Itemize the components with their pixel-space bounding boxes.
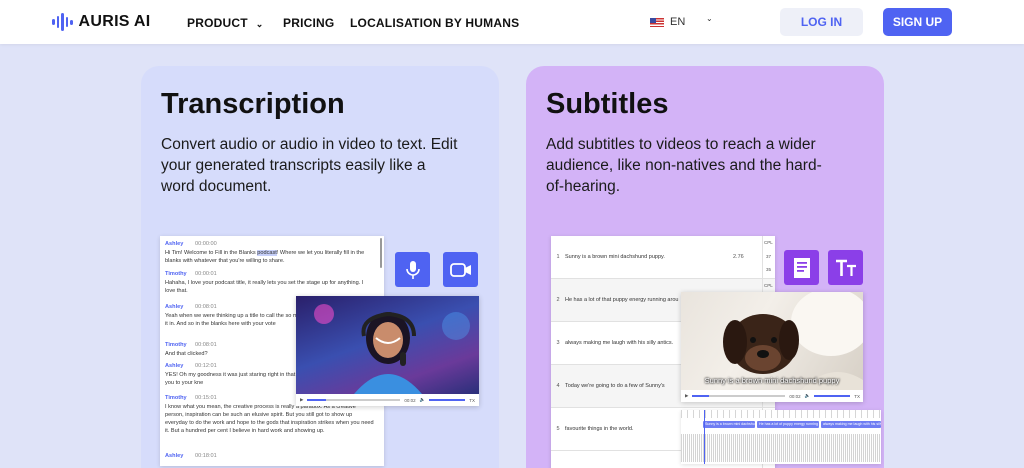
volume-icon[interactable]: 🔈 bbox=[805, 393, 811, 399]
video-time: 00:02 bbox=[789, 393, 801, 399]
timestamp: 00:15:01 bbox=[195, 395, 217, 401]
timeline-clip[interactable]: Sunny is a brown mini dachshund puppy. bbox=[703, 421, 755, 428]
video-time: 00:02 bbox=[404, 397, 416, 403]
tx-label[interactable]: TX bbox=[854, 394, 860, 399]
playhead[interactable] bbox=[704, 410, 705, 464]
login-button[interactable]: LOG IN bbox=[780, 8, 863, 36]
subtitles-description: Add subtitles to videos to reach a wider… bbox=[546, 136, 822, 195]
transcript-entry: Ashley 00:00:00 Hi Tim! Welcome to Fill i… bbox=[165, 240, 375, 265]
highlighted-word: podcast bbox=[257, 250, 277, 256]
play-icon[interactable]: ▶ bbox=[685, 393, 688, 399]
row-number: 3 bbox=[556, 340, 560, 346]
nav-localisation[interactable]: LOCALISATION BY HUMANS bbox=[350, 16, 519, 30]
subtitle-row[interactable]: 1 Sunny is a brown mini dachshund puppy.… bbox=[551, 236, 775, 279]
transcription-title: Transcription bbox=[161, 88, 345, 120]
transcription-description: Convert audio or audio in video to text.… bbox=[161, 136, 458, 195]
waveform-icon bbox=[52, 13, 73, 31]
speaker-name: Timothy bbox=[165, 271, 187, 277]
play-icon[interactable]: ▶ bbox=[300, 397, 303, 403]
timestamp: 00:18:01 bbox=[195, 453, 217, 459]
us-flag-icon bbox=[650, 17, 664, 27]
cpl-value: 35 bbox=[766, 267, 772, 272]
language-selector[interactable]: EN bbox=[650, 16, 685, 28]
timestamp: 00:08:01 bbox=[195, 304, 217, 310]
language-label: EN bbox=[670, 16, 686, 28]
nav-pricing[interactable]: PRICING bbox=[283, 16, 334, 30]
subtitles-title: Subtitles bbox=[546, 88, 669, 120]
signup-button[interactable]: SIGN UP bbox=[883, 8, 952, 36]
speaker-name: Timothy bbox=[165, 395, 187, 401]
speaker-name: Ashley bbox=[165, 304, 184, 310]
cpl-value: 37 bbox=[766, 254, 772, 259]
chevron-down-icon: ⌄ bbox=[255, 19, 264, 29]
chevron-down-icon[interactable]: ⌄ bbox=[706, 14, 713, 23]
video-player[interactable]: ▶ 00:02 🔈 TX bbox=[296, 296, 479, 406]
speaker-name: Timothy bbox=[165, 342, 187, 348]
transcription-card[interactable]: Transcription Convert audio or audio in … bbox=[141, 66, 499, 468]
text-segment: Hi Tim! Welcome to Fill in the Blanks bbox=[165, 250, 258, 256]
video-camera-icon[interactable] bbox=[443, 252, 478, 287]
speaker-name: Ashley bbox=[165, 241, 184, 247]
video-frame bbox=[296, 296, 479, 394]
subtitle-caption: Sunny is a brown mini dachshund puppy bbox=[704, 376, 840, 385]
brand-name: AURIS AI bbox=[78, 13, 151, 30]
volume-slider[interactable] bbox=[814, 395, 851, 397]
cpl-header: CPL bbox=[764, 240, 773, 245]
row-number: 1 bbox=[556, 254, 560, 260]
audio-waveform bbox=[681, 434, 881, 462]
timestamp: 00:00:01 bbox=[195, 271, 217, 277]
progress-bar[interactable] bbox=[692, 395, 786, 397]
microphone-icon[interactable] bbox=[395, 252, 430, 287]
timestamp: 00:08:01 bbox=[195, 342, 217, 348]
top-navigation: AURIS AI PRODUCT ⌄ PRICING LOCALISATION B… bbox=[0, 0, 1024, 44]
cps-value: 2.76 bbox=[733, 254, 744, 260]
timestamp: 00:12:01 bbox=[195, 363, 217, 369]
timeline-ruler bbox=[681, 410, 881, 418]
brand-logo[interactable]: AURIS AI bbox=[52, 13, 151, 31]
subtitle-file-icon[interactable] bbox=[784, 250, 819, 285]
transcript-entry: Ashley 00:18:01 bbox=[165, 452, 375, 461]
row-number: 5 bbox=[556, 426, 560, 432]
timeline-clip[interactable]: He has a lot of puppy energy running aro… bbox=[757, 421, 819, 428]
progress-bar[interactable] bbox=[307, 399, 401, 401]
row-number: 2 bbox=[556, 297, 560, 303]
timeline-clip[interactable]: always making me laugh with his silly an… bbox=[821, 421, 881, 428]
transcript-text[interactable]: Hahaha, I love your podcast title, it re… bbox=[165, 279, 375, 295]
subtitle-text[interactable]: Sunny is a brown mini dachshund puppy. bbox=[565, 254, 733, 260]
volume-icon[interactable]: 🔈 bbox=[420, 397, 426, 403]
transcript-text[interactable]: Hi Tim! Welcome to Fill in the Blanks po… bbox=[165, 249, 375, 265]
scrollbar[interactable] bbox=[380, 238, 382, 268]
speaker-name: Ashley bbox=[165, 453, 184, 459]
transcript-text[interactable]: I know what you mean, the creative proce… bbox=[165, 403, 375, 435]
nav-product-label: PRODUCT bbox=[187, 16, 248, 30]
tx-label[interactable]: TX bbox=[469, 398, 475, 403]
volume-slider[interactable] bbox=[429, 399, 466, 401]
subtitles-card[interactable]: Subtitles Add subtitles to videos to rea… bbox=[526, 66, 884, 468]
nav-product[interactable]: PRODUCT ⌄ bbox=[187, 16, 263, 30]
subtitle-video-player[interactable]: Sunny is a brown mini dachshund puppy ▶ … bbox=[681, 292, 863, 402]
cpl-header: CPL bbox=[764, 283, 773, 288]
text-format-icon[interactable] bbox=[828, 250, 863, 285]
video-controls: ▶ 00:02 🔈 TX bbox=[296, 394, 479, 406]
speaker-name: Ashley bbox=[165, 363, 184, 369]
subtitle-timeline[interactable]: Sunny is a brown mini dachshund puppy. H… bbox=[681, 410, 881, 464]
transcript-entry: Timothy 00:00:01 Hahaha, I love your podc… bbox=[165, 270, 375, 295]
video-controls: ▶ 00:02 🔈 TX bbox=[681, 390, 864, 402]
row-number: 4 bbox=[556, 383, 560, 389]
timestamp: 00:00:00 bbox=[195, 241, 217, 247]
